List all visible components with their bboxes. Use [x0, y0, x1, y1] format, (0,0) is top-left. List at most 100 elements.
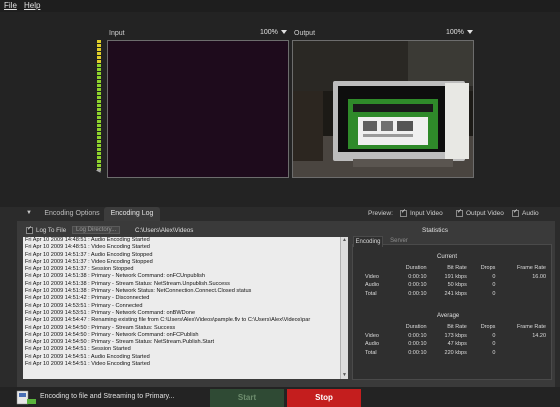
- level-segment: [97, 100, 101, 103]
- input-zoom-select[interactable]: 100%: [260, 29, 287, 36]
- preview-input-video-toggle[interactable]: Input Video: [400, 208, 443, 217]
- preview-output-video-toggle[interactable]: Output Video: [456, 208, 504, 217]
- table-row: Total 0:00:10 241 kbps 0: [363, 290, 548, 299]
- level-segment: [97, 116, 101, 119]
- checkbox: [512, 208, 519, 217]
- duration-cell: 0:00:10: [408, 341, 427, 348]
- level-segment: [97, 64, 101, 67]
- duration-cell: 0:00:10: [408, 290, 427, 297]
- row-label: Audio: [365, 282, 380, 289]
- framerate-cell: [497, 290, 548, 299]
- drops-cell: 0: [492, 273, 496, 280]
- audio-level-meter: [97, 40, 101, 172]
- scroll-up-icon[interactable]: ▲: [341, 237, 348, 244]
- row-label: Video: [365, 273, 379, 280]
- log-line: Fri Apr 10 2009 14:53:51 : Primary - Net…: [25, 309, 196, 316]
- stop-button[interactable]: Stop: [287, 389, 361, 407]
- log-to-file-toggle[interactable]: Log To File: [26, 225, 67, 235]
- level-segment: [97, 92, 101, 95]
- log-directory-button[interactable]: Log Directory...: [72, 226, 121, 234]
- log-line: Fri Apr 10 2009 14:54:51 : Session Start…: [25, 346, 131, 353]
- log-to-file-label: Log To File: [36, 227, 67, 235]
- log-line: Fri Apr 10 2009 14:51:37 : Audio Encodin…: [25, 251, 153, 258]
- tabs-row: ▼ Encoding Options Encoding Log Preview:…: [0, 207, 560, 221]
- log-line: Fri Apr 10 2009 14:54:50 : Primary - Str…: [25, 324, 176, 331]
- menu-help[interactable]: Help: [24, 1, 40, 10]
- log-line: Fri Apr 10 2009 14:51:37 : Video Encodin…: [25, 258, 153, 265]
- level-segment: [97, 44, 101, 47]
- drops-cell: 0: [492, 349, 496, 356]
- log-line: Fri Apr 10 2009 14:51:38 : Primary - Str…: [25, 280, 230, 287]
- header-row: Duration Bit Rate Drops Frame Rate: [363, 323, 548, 332]
- col-drops: Drops: [480, 324, 496, 331]
- log-line: Fri Apr 10 2009 14:54:50 : Primary - Str…: [25, 339, 215, 346]
- col-drops: Drops: [480, 265, 496, 272]
- preview-label: Preview:: [368, 210, 393, 217]
- level-segment: [97, 52, 101, 55]
- statistics-title: Statistics: [422, 227, 449, 234]
- average-stats-table: Duration Bit Rate Drops Frame Rate Video…: [363, 323, 548, 357]
- chevron-down-icon: [466, 30, 473, 35]
- output-panel-title: Output: [294, 30, 316, 37]
- output-zoom-select[interactable]: 100%: [446, 29, 473, 36]
- framerate-cell: 16.00: [532, 273, 546, 280]
- table-row: Total 0:00:10 220 kbps 0: [363, 349, 548, 358]
- level-segment: [97, 124, 101, 127]
- level-segment: [97, 56, 101, 59]
- current-heading: Current: [437, 254, 458, 260]
- framerate-cell: 14.20: [532, 332, 546, 339]
- col-framerate: Frame Rate: [516, 265, 546, 272]
- col-bitrate: Bit Rate: [447, 324, 467, 331]
- drops-cell: 0: [492, 290, 496, 297]
- preview-audio-toggle[interactable]: Audio: [512, 208, 539, 218]
- collapse-triangle-icon[interactable]: ▼: [26, 210, 32, 216]
- table-row: Video 0:00:10 191 kbps 0 16.00: [363, 273, 548, 282]
- status-text: Encoding to file and Streaming to Primar…: [40, 393, 175, 400]
- row-label: Total: [365, 290, 377, 297]
- row-label: Audio: [365, 341, 380, 348]
- drops-cell: 0: [492, 341, 496, 348]
- checkbox: [456, 208, 463, 217]
- drops-cell: 0: [492, 282, 496, 289]
- menu-file[interactable]: File: [4, 1, 17, 10]
- level-segment: [97, 152, 101, 155]
- stats-tab-server[interactable]: Server: [385, 236, 413, 246]
- row-label-header: [363, 323, 391, 332]
- table-row: Audio 0:00:10 47 kbps 0: [363, 340, 548, 349]
- level-segment: [97, 144, 101, 147]
- log-path: C:\Users\Alex\Videos: [135, 227, 194, 234]
- level-segment: [97, 128, 101, 131]
- checkbox: [400, 208, 407, 217]
- level-segment: [97, 132, 101, 135]
- tab-encoding-log[interactable]: Encoding Log: [104, 207, 160, 221]
- level-segment: [97, 88, 101, 91]
- col-framerate: Frame Rate: [516, 324, 546, 331]
- preview-audio-label: Audio: [522, 210, 539, 218]
- header-row: Duration Bit Rate Drops Frame Rate: [363, 264, 548, 273]
- current-stats-table: Duration Bit Rate Drops Frame Rate Video…: [363, 264, 548, 298]
- level-segment: [97, 120, 101, 123]
- table-row: Video 0:00:10 173 kbps 0 14.20: [363, 332, 548, 341]
- level-segment: [97, 60, 101, 63]
- stats-tab-encoding[interactable]: Encoding: [353, 236, 383, 247]
- bitrate-cell: 220 kbps: [444, 349, 467, 356]
- scroll-down-icon[interactable]: ▼: [341, 372, 348, 379]
- level-segment: [97, 84, 101, 87]
- level-segment: [97, 104, 101, 107]
- level-segment: [97, 112, 101, 115]
- start-button[interactable]: Start: [210, 389, 284, 407]
- drops-cell: 0: [492, 332, 496, 339]
- row-label: Video: [365, 332, 379, 339]
- level-segment: [97, 80, 101, 83]
- log-line: Fri Apr 10 2009 14:54:50 : Primary - Net…: [25, 331, 199, 338]
- log-text-area[interactable]: Fri Apr 10 2009 14:48:51 : Audio Encodin…: [23, 237, 341, 379]
- level-segment: [97, 160, 101, 163]
- camera-scene-image: [293, 41, 473, 177]
- tab-encoding-options[interactable]: Encoding Options: [42, 207, 102, 221]
- framerate-cell: [497, 349, 548, 358]
- input-video-preview: [107, 40, 289, 178]
- level-segment: [97, 136, 101, 139]
- row-label: Total: [365, 349, 377, 356]
- log-scrollbar[interactable]: ▲ ▼: [340, 237, 348, 379]
- duration-cell: 0:00:10: [408, 282, 427, 289]
